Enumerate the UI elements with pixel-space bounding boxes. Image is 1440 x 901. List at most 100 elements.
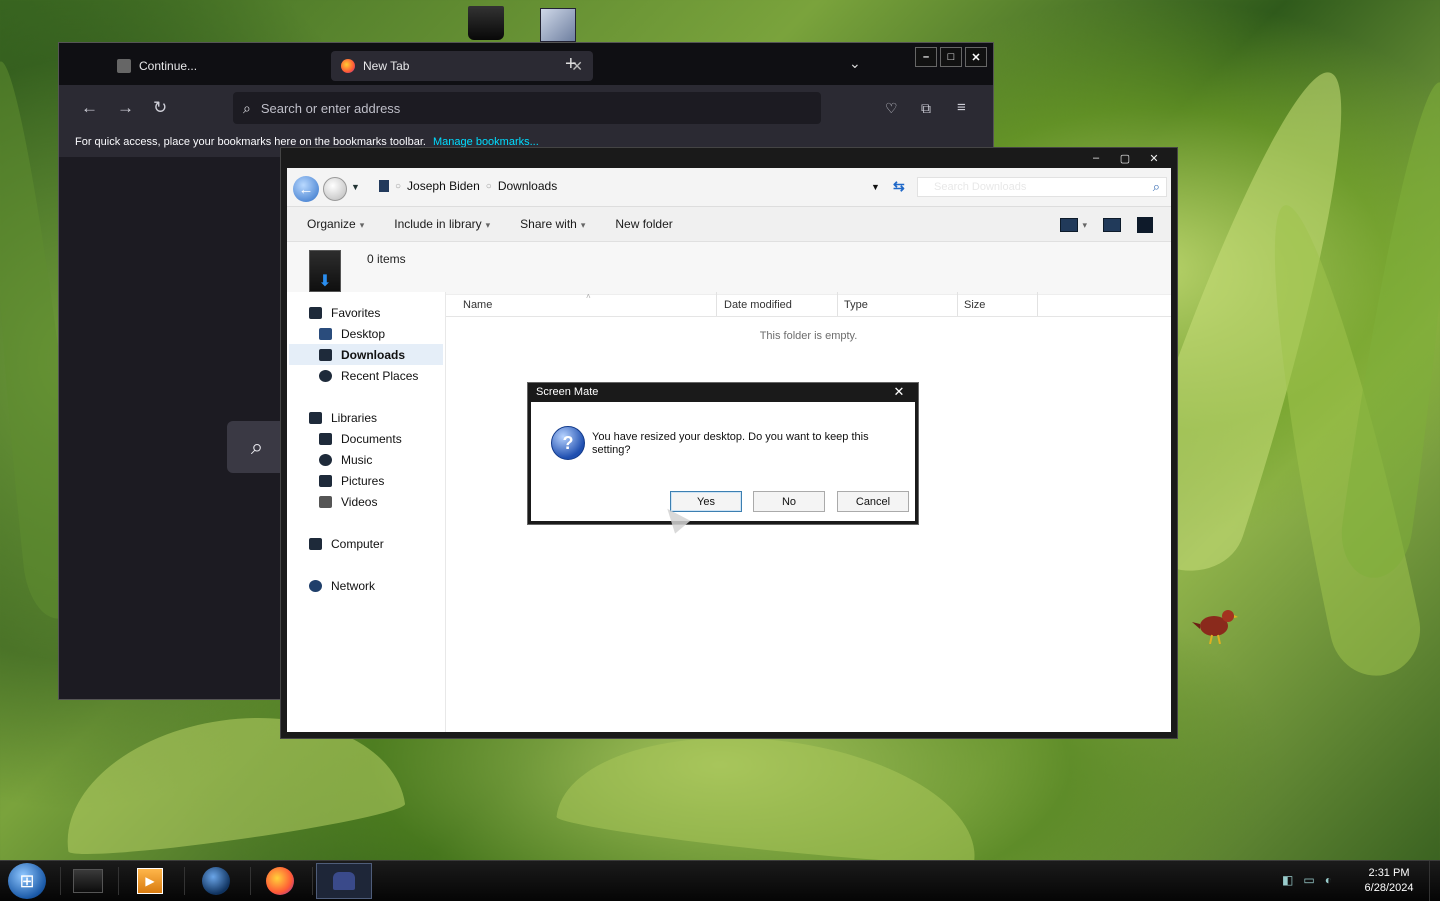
nav-label: Videos [341,494,378,509]
nav-network[interactable]: Network [309,575,375,596]
view-buttons: ▾ [1060,217,1153,233]
back-button[interactable]: ← [293,176,319,202]
clock-date: 6/28/2024 [1364,882,1414,894]
breadcrumb-downloads[interactable]: Downloads [498,179,557,193]
taskbar-explorer[interactable] [62,863,114,899]
new-folder-button[interactable]: New folder [615,217,672,231]
change-view-icon[interactable] [1060,218,1079,232]
maximize-icon[interactable]: □ [940,47,962,67]
column-headers: Name ˄ Date modified Type Size [446,292,1171,317]
tab-continue[interactable]: Continue... ✕ [107,51,369,81]
minimize-icon[interactable]: – [1083,151,1109,165]
chevron-down-icon[interactable]: ▾ [1082,220,1087,231]
no-button[interactable]: No [753,491,825,512]
breadcrumb-user[interactable]: Joseph Biden [407,179,480,193]
taskbar-separator [184,867,185,895]
reload-icon[interactable]: ↻ [153,98,167,118]
screen-mate-bird-icon[interactable] [1192,604,1238,644]
maximize-icon[interactable]: ▢ [1112,151,1138,165]
column-divider[interactable] [1037,292,1038,316]
desktop-trash-icon[interactable] [468,6,504,40]
screen-mate-icon [333,872,355,890]
recent-pages-chevron-icon[interactable]: ▼ [351,182,360,192]
column-name[interactable]: Name [463,299,492,311]
breadcrumb[interactable]: ○ Joseph Biden ○ Downloads [379,179,557,193]
search-icon: ⌕ [243,99,251,116]
volume-tray-icon[interactable]: ◐ [1325,873,1332,887]
nav-toolbar: ← → ↻ ⌕ Search or enter address ♡ ⧉ ≡ [59,85,993,131]
taskbar-separator [60,867,61,895]
cancel-button[interactable]: Cancel [837,491,909,512]
nav-desktop[interactable]: Desktop [319,323,385,344]
share-label: Share with [520,217,577,231]
column-date-modified[interactable]: Date modified [724,299,792,311]
preview-pane-icon[interactable] [1103,218,1121,232]
address-dropdown-icon[interactable]: ▼ [871,182,880,192]
taskbar-firefox[interactable] [254,863,306,899]
wallpaper-leaf [555,718,985,872]
nav-libraries[interactable]: Libraries [309,407,377,428]
menu-hamburger-icon[interactable]: ≡ [957,99,966,116]
tab-new-tab[interactable]: New Tab ✕ [331,51,593,81]
nav-favorites[interactable]: Favorites [309,302,380,323]
pictures-icon [319,474,332,487]
nav-label: Pictures [341,473,385,488]
taskbar: ⊞ ▶ ◧ ▭ ◐ 2:31 PM 6/28/2024 [0,860,1440,901]
nav-computer[interactable]: Computer [309,533,384,554]
minimize-icon[interactable]: – [915,47,937,67]
nav-pictures[interactable]: Pictures [319,470,384,491]
firefox-icon [341,59,355,73]
desktop-app-icon[interactable] [540,8,576,42]
close-icon[interactable]: ✕ [965,47,987,67]
taskbar-screen-mate[interactable] [316,863,372,899]
show-desktop-button[interactable] [1429,861,1440,901]
organize-button[interactable]: Organize ▾ [307,217,364,231]
media-player-icon: ▶ [137,868,163,894]
item-count: 0 items [367,252,406,266]
column-type[interactable]: Type [844,299,868,311]
url-placeholder: Search or enter address [260,100,401,116]
nav-music[interactable]: Music [319,449,372,470]
nav-recent-places[interactable]: Recent Places [319,365,418,386]
new-tab-plus-icon[interactable]: + [565,53,577,76]
music-icon [319,453,332,466]
taskbar-globe-app[interactable] [190,863,242,899]
firefox-icon [266,867,294,895]
nav-documents[interactable]: Documents [319,428,402,449]
column-divider[interactable] [957,292,958,316]
chevron-down-icon: ▾ [359,220,365,230]
back-arrow-icon[interactable]: ← [81,98,98,118]
url-bar[interactable]: ⌕ Search or enter address [233,92,821,124]
nav-videos[interactable]: Videos [319,491,377,512]
refresh-icon[interactable]: ⇆ [893,178,905,195]
column-divider[interactable] [837,292,838,316]
column-size[interactable]: Size [964,299,985,311]
dialog-title: Screen Mate ✕ [528,383,918,402]
column-divider[interactable] [716,292,717,316]
pocket-icon[interactable]: ♡ [885,100,898,117]
network-tray-icon[interactable]: ▭ [1303,873,1314,887]
include-label: Include in library [394,217,482,231]
search-icon: ⌕ [1152,179,1160,194]
taskbar-media-player[interactable]: ▶ [124,863,176,899]
help-icon[interactable] [1137,217,1153,233]
forward-arrow-icon[interactable]: → [117,98,134,118]
forward-button[interactable] [323,177,347,201]
tray-app-icon[interactable]: ◧ [1282,873,1293,887]
nav-label: Network [331,578,376,593]
close-icon[interactable]: ✕ [1141,151,1167,165]
extensions-icon[interactable]: ⧉ [921,100,931,117]
downloads-icon [319,348,332,361]
start-button[interactable]: ⊞ [8,863,46,899]
include-in-library-button[interactable]: Include in library ▾ [394,217,490,231]
newtab-search-button[interactable]: ⌕ [227,421,287,473]
list-all-tabs-chevron-icon[interactable]: ⌄ [849,55,861,72]
nav-label: Computer [331,536,384,551]
close-icon[interactable]: ✕ [888,384,910,399]
taskbar-clock[interactable]: 2:31 PM 6/28/2024 [1356,866,1422,896]
briefcase-icon [117,59,131,73]
windows-logo-icon: ⊞ [19,870,35,891]
nav-downloads[interactable]: Downloads [289,344,443,365]
search-input[interactable]: Search Downloads ⌕ [917,177,1167,197]
share-with-button[interactable]: Share with ▾ [520,217,585,231]
